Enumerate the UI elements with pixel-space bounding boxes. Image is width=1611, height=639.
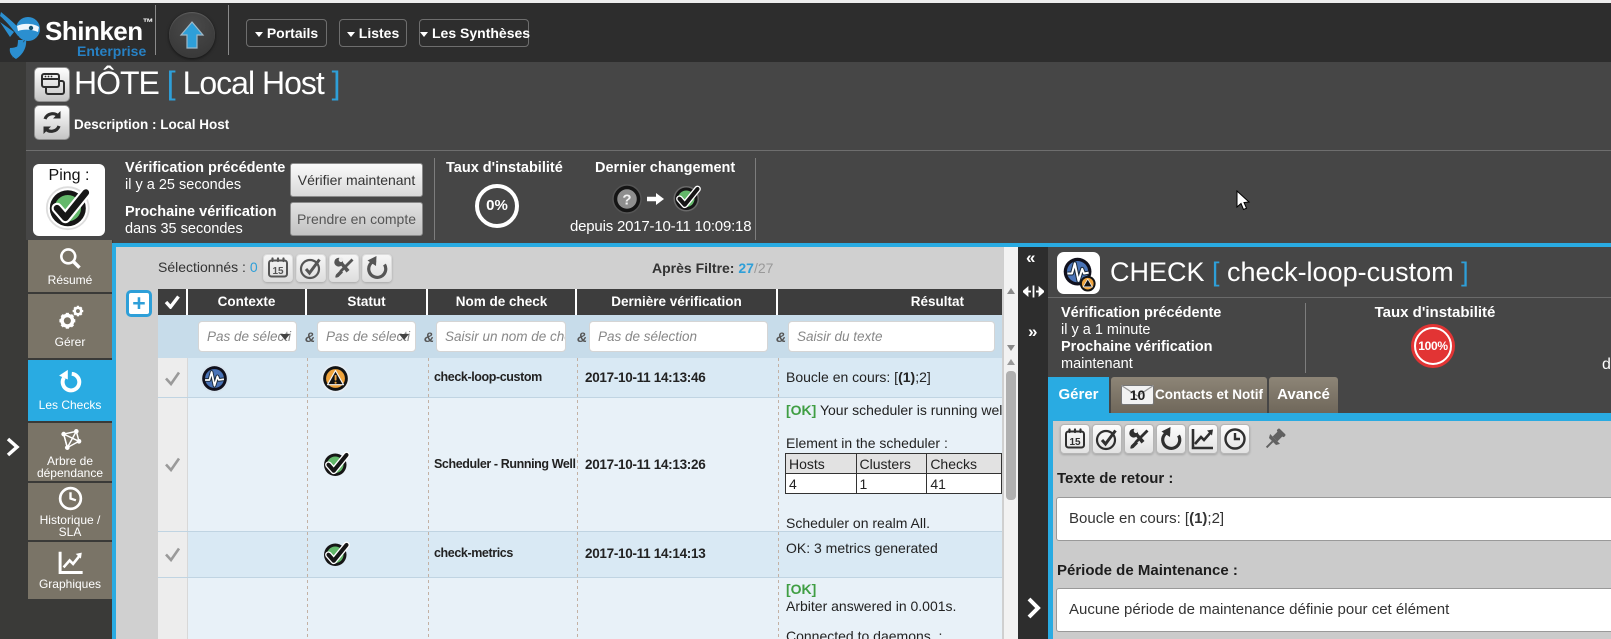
svg-text:?: ? bbox=[622, 192, 631, 209]
svg-text:10: 10 bbox=[1130, 387, 1146, 403]
svg-text:15: 15 bbox=[272, 266, 284, 277]
svg-text:15: 15 bbox=[1069, 437, 1081, 448]
